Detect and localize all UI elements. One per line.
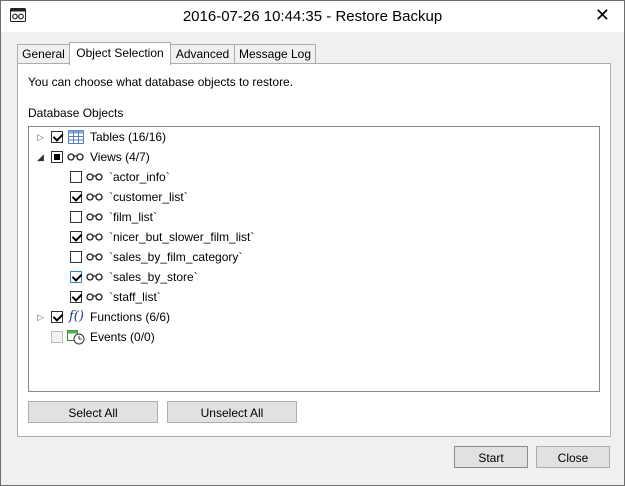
view-item[interactable]: `actor_info` — [29, 167, 597, 187]
tree-row-functions[interactable]: ▷ f() Functions (6/6) — [29, 307, 597, 327]
unselect-all-button[interactable]: Unselect All — [167, 401, 297, 423]
title-bar: 2016-07-26 10:44:35 - Restore Backup ✕ — [1, 1, 624, 32]
expand-arrow-icon[interactable]: ▷ — [37, 132, 47, 142]
view-item[interactable]: `sales_by_store` — [29, 267, 597, 287]
events-checkbox[interactable] — [51, 331, 63, 343]
events-label: Events (0/0) — [90, 330, 155, 344]
view-glasses-icon — [86, 233, 103, 241]
view-item-checkbox[interactable] — [70, 251, 82, 263]
view-item-label: `sales_by_store` — [109, 270, 198, 284]
view-item-checkbox[interactable] — [70, 271, 82, 283]
start-button[interactable]: Start — [454, 446, 528, 468]
tree-row-tables[interactable]: ▷ Tables (16/16) — [29, 127, 597, 147]
view-item[interactable]: `sales_by_film_category` — [29, 247, 597, 267]
view-item[interactable]: `nicer_but_slower_film_list` — [29, 227, 597, 247]
view-item-checkbox[interactable] — [70, 191, 82, 203]
tab-message-log[interactable]: Message Log — [234, 44, 316, 64]
tab-object-selection[interactable]: Object Selection — [69, 42, 171, 65]
tab-general[interactable]: General — [17, 44, 70, 64]
view-glasses-icon — [86, 253, 103, 261]
view-item-checkbox[interactable] — [70, 171, 82, 183]
panel-description: You can choose what database objects to … — [28, 75, 294, 89]
window-title: 2016-07-26 10:44:35 - Restore Backup — [182, 8, 443, 25]
views-checkbox[interactable] — [51, 151, 63, 163]
view-glasses-icon — [86, 293, 103, 301]
functions-checkbox[interactable] — [51, 311, 63, 323]
close-window-icon[interactable]: ✕ — [595, 5, 610, 25]
view-item-label: `staff_list` — [109, 290, 161, 304]
view-glasses-icon — [86, 213, 103, 221]
collapse-arrow-icon[interactable]: ◢ — [37, 152, 47, 162]
tree-row-views[interactable]: ◢ Views (4/7) — [29, 147, 597, 167]
view-item-checkbox[interactable] — [70, 231, 82, 243]
view-item[interactable]: `film_list` — [29, 207, 597, 227]
view-item-label: `actor_info` — [109, 170, 170, 184]
database-objects-label: Database Objects — [28, 106, 124, 120]
view-item-label: `customer_list` — [109, 190, 188, 204]
view-item-checkbox[interactable] — [70, 291, 82, 303]
view-glasses-icon — [86, 173, 103, 181]
tree-row-events[interactable]: Events (0/0) — [29, 327, 597, 347]
restore-backup-window: 2016-07-26 10:44:35 - Restore Backup ✕ G… — [0, 0, 625, 486]
view-glasses-icon — [67, 153, 84, 161]
tables-checkbox[interactable] — [51, 131, 63, 143]
view-item[interactable]: `customer_list` — [29, 187, 597, 207]
view-item-label: `nicer_but_slower_film_list` — [109, 230, 255, 244]
view-glasses-icon — [86, 193, 103, 201]
views-label: Views (4/7) — [90, 150, 150, 164]
database-objects-tree[interactable]: ▷ Tables (16/16) ◢ Views (4/7) `actor_in… — [28, 126, 600, 392]
view-item-label: `film_list` — [109, 210, 157, 224]
table-icon — [68, 130, 84, 144]
functions-label: Functions (6/6) — [90, 310, 171, 324]
view-glasses-icon — [86, 273, 103, 281]
event-clock-icon — [67, 330, 85, 345]
close-button[interactable]: Close — [536, 446, 610, 468]
expand-arrow-icon[interactable]: ▷ — [37, 312, 47, 322]
view-item-checkbox[interactable] — [70, 211, 82, 223]
view-item[interactable]: `staff_list` — [29, 287, 597, 307]
select-all-button[interactable]: Select All — [28, 401, 158, 423]
object-selection-panel: You can choose what database objects to … — [17, 63, 611, 437]
tables-label: Tables (16/16) — [90, 130, 167, 144]
view-item-label: `sales_by_film_category` — [109, 250, 243, 264]
function-icon: f() — [69, 309, 84, 324]
tab-advanced[interactable]: Advanced — [170, 44, 235, 64]
